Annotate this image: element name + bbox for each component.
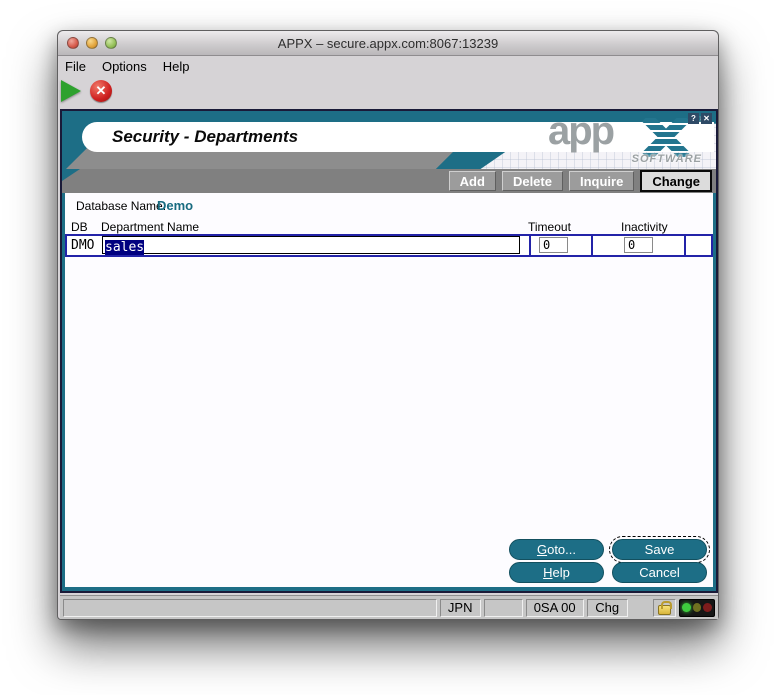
database-name-value: Demo [157,198,194,213]
red-light-icon [703,603,713,612]
inactivity-field[interactable]: 0 [624,237,653,253]
inquire-button[interactable]: Inquire [568,171,635,191]
appx-logo-text: app [548,111,615,153]
goto-button[interactable]: Goto... [509,539,604,560]
titlebar: APPX – secure.appx.com:8067:13239 [58,31,718,56]
action-buttons: Goto... Save Help Cancel [509,536,710,583]
close-icon[interactable]: ✕ [701,113,712,124]
appx-logo-software-text: SOFTWARE [631,153,702,165]
cancel-button[interactable]: Cancel [612,562,707,583]
green-light-icon [682,603,691,612]
help-button[interactable]: Help [509,562,604,583]
menu-help[interactable]: Help [163,59,190,74]
app-header: Security - Departments app SOFTWARE ? ✕ [62,111,716,169]
appx-logo: app SOFTWARE [548,111,706,167]
column-header-timeout: Timeout [528,220,571,234]
run-play-icon[interactable] [61,80,81,102]
app-window: APPX – secure.appx.com:8067:13239 File O… [57,30,719,620]
status-indicator-lights [679,598,715,617]
status-empty-cell [483,598,523,617]
database-name-label: Database Name: [76,199,167,213]
cell-divider [684,236,686,255]
menu-options[interactable]: Options [102,59,147,74]
save-button[interactable]: Save [609,536,710,563]
change-button[interactable]: Change [640,170,712,192]
department-name-field[interactable]: sales [102,236,520,255]
toolbar: ✕ [58,76,718,109]
department-name-selected-text: sales [105,240,145,255]
status-mode-cell: Chg [586,598,628,617]
menubar: File Options Help [58,56,718,76]
column-header-inactivity: Inactivity [621,220,668,234]
table-row: DMO sales 0 0 [65,234,713,257]
appx-logo-x-icon [642,118,690,157]
status-jpn-cell: JPN [439,598,481,617]
db-cell-value: DMO [71,238,95,253]
lock-icon [657,600,672,615]
statusbar: JPN 0SA 00 Chg [60,595,718,619]
cell-divider [529,236,531,255]
app-frame: Security - Departments app SOFTWARE ? ✕ … [60,109,718,593]
status-process-cell: 0SA 00 [525,598,584,617]
status-lock-cell [652,598,676,617]
cell-divider [591,236,593,255]
band-teal-wedge [62,169,80,181]
delete-button[interactable]: Delete [501,171,563,191]
status-message-cell [63,598,437,617]
menu-file[interactable]: File [65,59,86,74]
column-header-db: DB [71,220,88,234]
olive-light-icon [692,603,702,612]
window-title: APPX – secure.appx.com:8067:13239 [277,36,499,51]
cancel-icon[interactable]: ✕ [90,80,112,102]
content-area: Database Name: Demo DB Department Name T… [62,193,716,591]
add-button[interactable]: Add [448,171,496,191]
column-header-department-name: Department Name [101,220,200,234]
help-icon[interactable]: ? [688,113,699,124]
mode-band: Add Delete Inquire Change [62,169,716,193]
timeout-field[interactable]: 0 [539,237,568,253]
